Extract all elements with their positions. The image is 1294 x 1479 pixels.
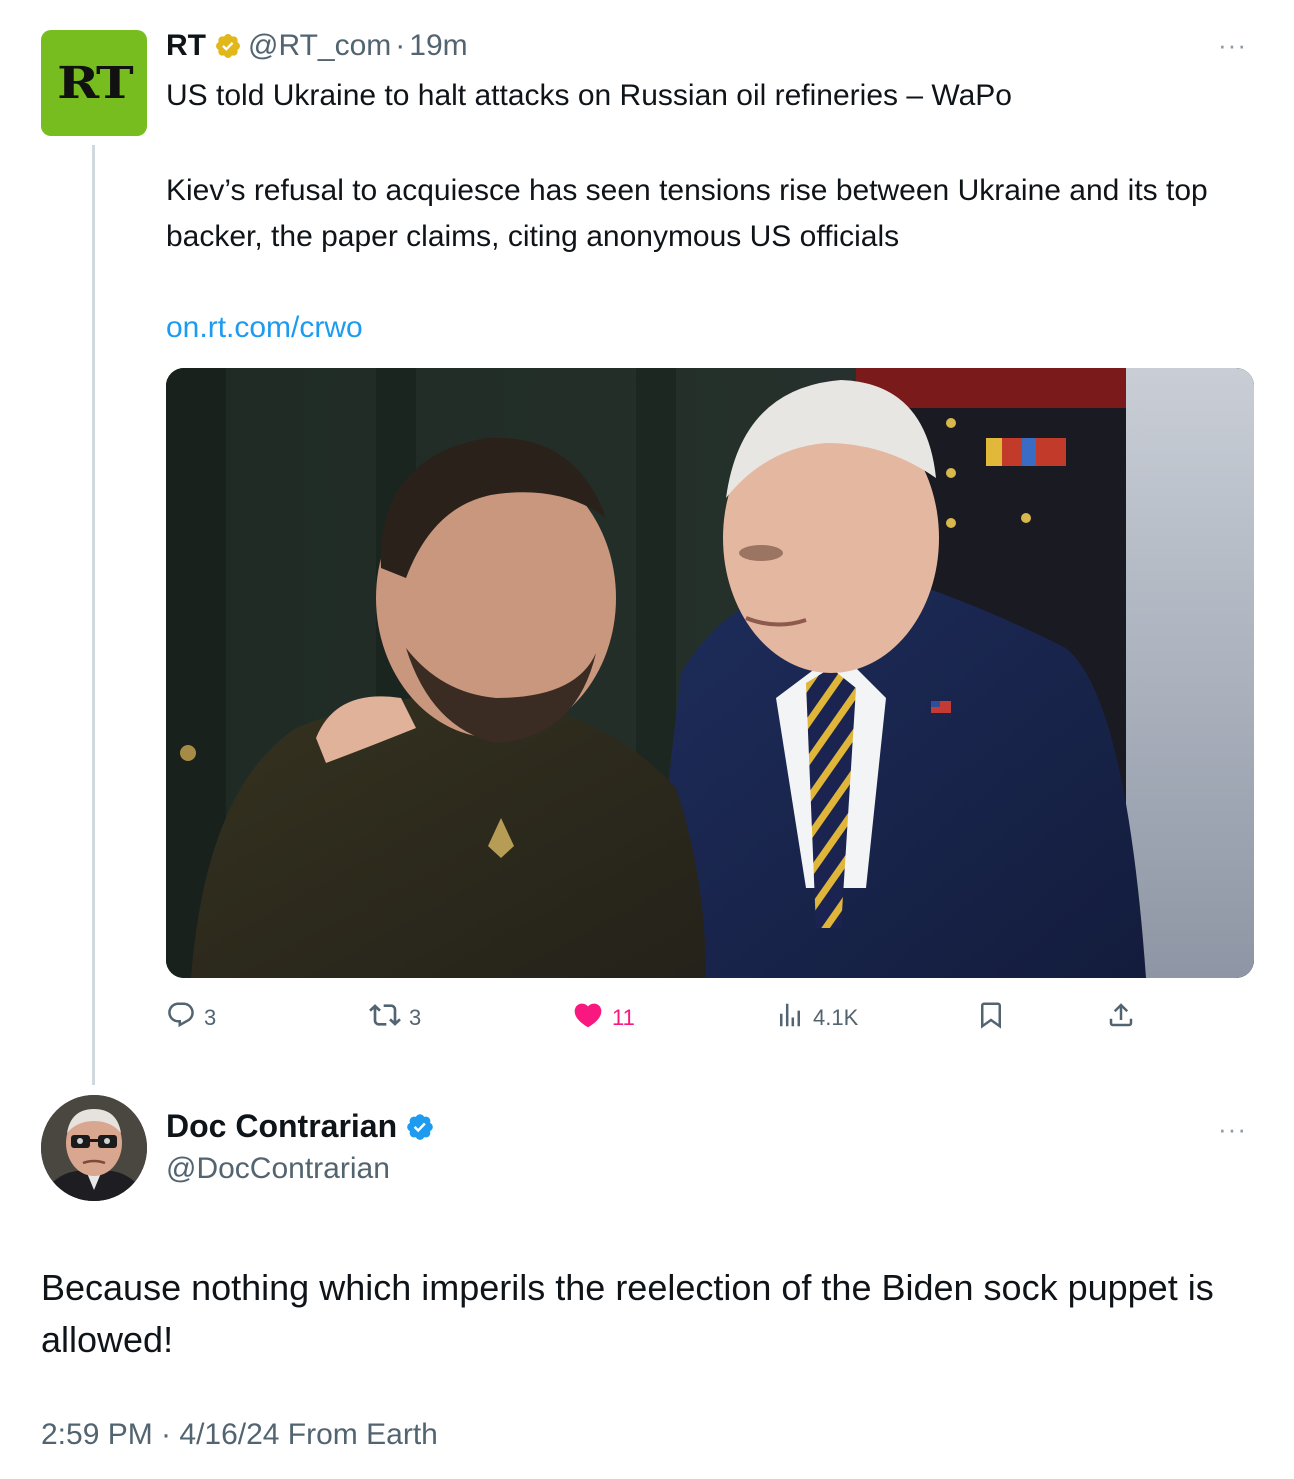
blue-verified-badge-icon[interactable] [405,1112,435,1142]
views-bar-chart-icon [775,1000,805,1036]
repost-count: 3 [409,1005,422,1030]
doc-author-name[interactable]: Doc Contrarian [166,1108,397,1145]
share-button[interactable] [1106,996,1136,1040]
reply-count: 3 [204,1005,217,1030]
doc-author-handle[interactable]: @DocContrarian [166,1152,390,1186]
main-tweet-timestamp[interactable]: 2:59 PM · 4/16/24 From Earth [41,1418,438,1452]
thread-connector-line [92,145,95,1085]
repost-icon [369,999,401,1037]
views-button[interactable]: 4.1K [775,996,858,1040]
repost-button[interactable]: 3 [369,996,421,1040]
quoted-tweet-header: RT @RT_com · 19m [166,28,468,64]
heart-icon [572,999,604,1037]
share-upload-icon [1106,1000,1136,1036]
quoted-tweet-body: Kiev’s refusal to acquiesce has seen ten… [166,174,1208,253]
rt-avatar-logo-text: RT [56,57,134,109]
bookmark-button[interactable] [976,996,1006,1040]
main-tweet-text: Because nothing which imperils the reele… [41,1267,1214,1360]
rt-time-ago[interactable]: 19m [409,29,467,63]
quoted-tweet-title: US told Ukraine to halt attacks on Russi… [166,79,1012,112]
gold-verified-badge-icon[interactable] [214,32,242,60]
tweet-action-bar: 3 3 11 4.1K [166,996,1166,1040]
more-options-icon[interactable]: ··· [1218,30,1247,61]
bookmark-icon [976,1000,1006,1036]
like-button[interactable]: 11 [572,996,635,1040]
reply-button[interactable]: 3 [166,996,216,1040]
tweet-media-photo[interactable] [166,368,1254,978]
like-count: 11 [612,1005,635,1030]
doc-contrarian-avatar[interactable] [41,1095,147,1201]
quoted-tweet-link[interactable]: on.rt.com/crwo [166,308,363,348]
rt-author-handle[interactable]: @RT_com [248,29,391,63]
rt-avatar[interactable]: RT [41,30,147,136]
header-separator: · [395,29,406,62]
rt-author-name[interactable]: RT [166,29,206,63]
doc-author-name-row: Doc Contrarian [166,1108,435,1145]
photo-illustration [166,368,1254,978]
more-options-icon[interactable]: ··· [1218,1114,1247,1145]
avatar-portrait [41,1095,147,1201]
reply-icon [166,1000,196,1036]
views-count: 4.1K [813,1005,859,1030]
